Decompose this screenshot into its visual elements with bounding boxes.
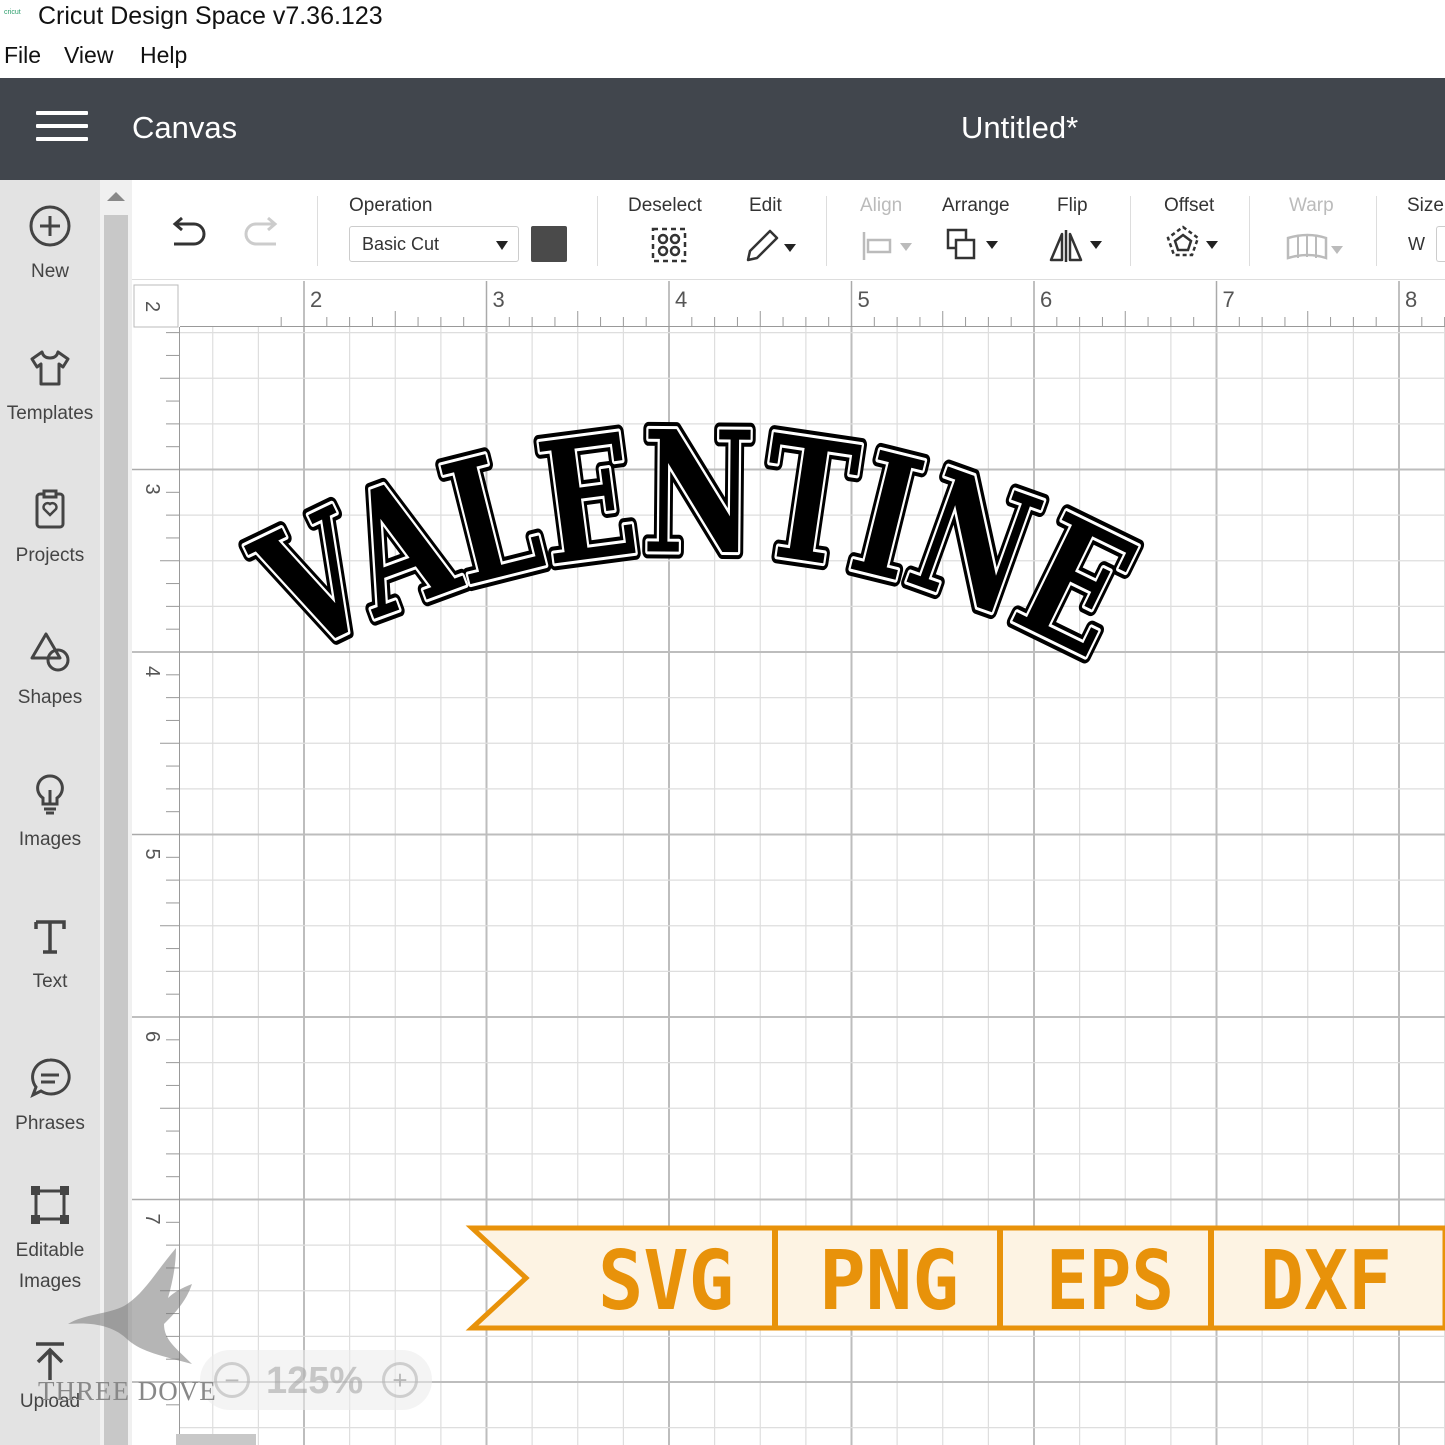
zoom-control: − 125% +	[200, 1350, 432, 1410]
format-svg: SVG	[598, 1234, 734, 1329]
toolbar-divider	[826, 196, 827, 266]
app-logo-icon: cricut	[4, 9, 21, 16]
horizontal-scrollbar-thumb[interactable]	[176, 1434, 256, 1445]
ruler-label: 8	[1405, 287, 1417, 312]
zoom-in-button[interactable]: +	[382, 1362, 418, 1398]
format-banner: SVG PNG EPS DXF	[465, 1225, 1445, 1331]
ruler-label: 4	[141, 666, 163, 677]
editable-images-icon	[31, 1186, 69, 1224]
design-text[interactable]: VALENTINE	[228, 393, 1160, 695]
scroll-up-arrow-icon[interactable]	[107, 192, 125, 201]
edit-label: Edit	[749, 195, 782, 216]
format-eps: EPS	[1046, 1234, 1174, 1329]
toolbar-divider	[317, 196, 318, 266]
sidebar-item-label: Templates	[6, 403, 94, 424]
size-width-label: W	[1408, 234, 1425, 254]
align-label: Align	[860, 195, 903, 216]
ruler-label: 5	[858, 287, 870, 312]
shapes-icon	[30, 632, 70, 672]
edit-toolbar: Operation Basic Cut Deselect Edit Align …	[132, 180, 1445, 280]
window-title: Cricut Design Space v7.36.123	[38, 2, 383, 30]
color-swatch[interactable]	[531, 226, 567, 262]
dove-watermark-icon	[68, 1248, 192, 1364]
menu-file[interactable]: File	[4, 42, 41, 69]
warp-icon[interactable]	[1285, 230, 1345, 264]
flip-icon[interactable]	[1048, 226, 1106, 266]
projects-icon	[35, 489, 65, 529]
sidebar-item-projects[interactable]: Projects	[0, 488, 100, 572]
size-label: Size	[1407, 195, 1444, 216]
redo-icon[interactable]	[242, 216, 284, 252]
section-title: Canvas	[132, 110, 238, 145]
ruler-label: 6	[141, 1031, 163, 1042]
zoom-out-button[interactable]: −	[214, 1362, 250, 1398]
sidebar-item-label: Phrases	[15, 1113, 85, 1134]
design-canvas[interactable]: VALENTINE VALENTINE VALENTINE SVG PNG EP…	[180, 327, 1445, 1445]
toolbar-divider	[1376, 196, 1377, 266]
toolbar-divider	[1130, 196, 1131, 266]
size-width-input[interactable]	[1436, 226, 1445, 262]
warp-label: Warp	[1289, 195, 1334, 216]
arrange-label: Arrange	[942, 195, 1010, 216]
operation-label: Operation	[349, 195, 433, 216]
sidebar-item-label: Text	[32, 971, 68, 992]
ruler-label: 3	[493, 287, 505, 312]
phrases-icon	[30, 1058, 71, 1099]
align-icon[interactable]	[860, 230, 916, 262]
watermark-text: THREE DOVE	[38, 1376, 217, 1406]
flip-label: Flip	[1057, 195, 1088, 216]
sidebar-item-phrases[interactable]: Phrases	[0, 1056, 100, 1140]
sidebar-item-label: Shapes	[17, 687, 83, 708]
arrange-icon[interactable]	[944, 226, 1002, 266]
ruler-label: 3	[141, 484, 163, 495]
edit-pencil-icon[interactable]	[742, 226, 800, 264]
sidebar-item-text[interactable]: Text	[0, 914, 100, 998]
hamburger-menu-icon[interactable]	[36, 111, 88, 145]
sidebar-item-images[interactable]: Images	[0, 772, 100, 856]
ruler-label: 2	[141, 301, 163, 312]
ruler-label: 2	[310, 287, 322, 312]
menu-bar: File View Help	[0, 38, 1445, 78]
sidebar-item-label: Projects	[15, 545, 85, 566]
design-text-path: VALENTINE	[228, 393, 1160, 695]
operation-value: Basic Cut	[362, 234, 440, 254]
operation-select[interactable]: Basic Cut	[349, 226, 519, 262]
ruler-label: 5	[141, 849, 163, 860]
format-png: PNG	[819, 1234, 959, 1329]
app-header: Canvas Untitled*	[0, 78, 1445, 180]
format-dxf: DXF	[1260, 1234, 1392, 1329]
lightbulb-icon	[36, 774, 64, 815]
tshirt-icon	[30, 350, 70, 386]
text-icon	[34, 920, 66, 954]
deselect-label: Deselect	[628, 195, 702, 216]
ruler-label: 7	[141, 1214, 163, 1225]
menu-view[interactable]: View	[64, 42, 113, 69]
offset-icon[interactable]	[1164, 224, 1222, 266]
sidebar-item-templates[interactable]: Templates	[0, 346, 100, 430]
offset-label: Offset	[1164, 195, 1215, 216]
plus-circle-icon	[29, 205, 71, 247]
toolbar-divider	[597, 196, 598, 266]
chevron-down-icon	[496, 241, 508, 250]
ruler-label: 6	[1040, 287, 1052, 312]
deselect-icon[interactable]	[650, 226, 688, 264]
title-bar: cricut Cricut Design Space v7.36.123	[0, 0, 1445, 34]
document-title[interactable]: Untitled*	[961, 110, 1078, 146]
undo-icon[interactable]	[166, 216, 208, 252]
sidebar-item-shapes[interactable]: Shapes	[0, 630, 100, 714]
zoom-level: 125%	[266, 1360, 364, 1402]
ruler-label: 4	[675, 287, 687, 312]
sidebar-item-label: New	[30, 261, 69, 282]
sidebar-item-label: Images	[18, 829, 82, 850]
ruler-label: 7	[1223, 287, 1235, 312]
toolbar-divider	[1249, 196, 1250, 266]
menu-help[interactable]: Help	[140, 42, 187, 69]
sidebar-item-new[interactable]: New	[0, 204, 100, 288]
top-ruler: 2 3 4 5 6 7 8	[132, 281, 1445, 327]
